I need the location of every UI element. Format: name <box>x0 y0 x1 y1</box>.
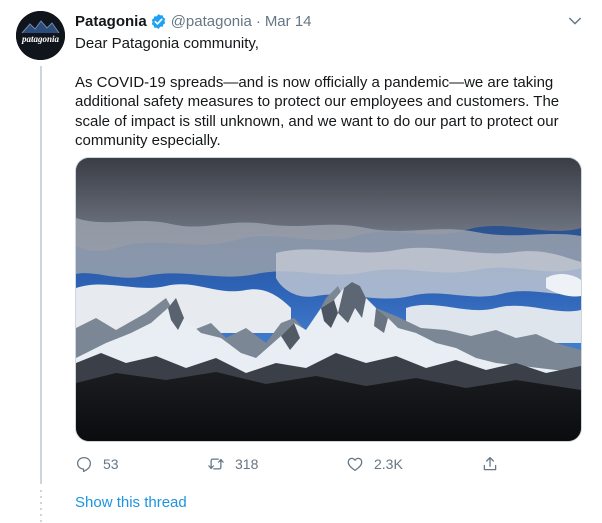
author-handle[interactable]: @patagonia <box>171 13 252 30</box>
retweet-count: 318 <box>235 456 259 472</box>
reply-icon <box>76 456 92 473</box>
patagonia-logo-icon: patagonia <box>16 11 65 60</box>
header-separator: · <box>255 12 261 30</box>
share-icon <box>483 456 497 471</box>
like-count: 2.3K <box>374 456 403 472</box>
like-icon <box>347 457 363 472</box>
mountain-landscape-photo <box>76 158 581 441</box>
tweet-header: Patagonia @patagonia · Mar 14 <box>75 11 312 31</box>
tweet-date[interactable]: Mar 14 <box>265 13 312 30</box>
share-button[interactable] <box>481 451 499 477</box>
avatar-logo-text: patagonia <box>21 34 60 44</box>
verified-badge-icon <box>151 13 165 29</box>
reply-button[interactable]: 53 <box>75 451 119 477</box>
reply-count: 53 <box>103 456 119 472</box>
chevron-down-icon[interactable] <box>566 12 584 30</box>
author-name[interactable]: Patagonia <box>75 13 147 30</box>
avatar[interactable]: patagonia <box>16 11 65 60</box>
tweet-paragraph: As COVID-19 spreads—and is now officiall… <box>75 73 560 150</box>
tweet[interactable]: patagonia Patagonia @patagonia · Mar 14 … <box>0 0 602 523</box>
thread-line <box>40 66 42 484</box>
tweet-paragraph: Dear Patagonia community, <box>75 35 259 52</box>
retweet-icon <box>208 458 224 470</box>
retweet-button[interactable]: 318 <box>207 451 258 477</box>
thread-connector-dots <box>40 490 42 523</box>
tweet-actions: 53 318 2.3K <box>75 451 505 477</box>
like-button[interactable]: 2.3K <box>346 451 403 477</box>
show-thread-link[interactable]: Show this thread <box>75 494 187 511</box>
tweet-photo[interactable] <box>75 157 582 442</box>
tweet-text: Dear Patagonia community, As COVID-19 sp… <box>75 34 580 151</box>
